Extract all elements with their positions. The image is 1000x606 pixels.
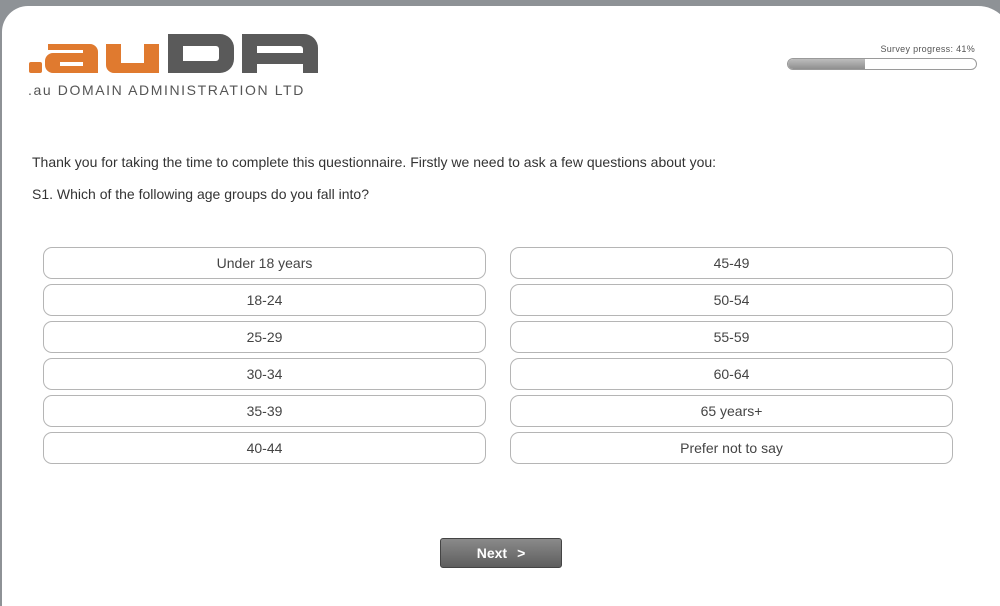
option-60-64[interactable]: 60-64	[510, 358, 953, 390]
option-40-44[interactable]: 40-44	[43, 432, 486, 464]
option-65-plus[interactable]: 65 years+	[510, 395, 953, 427]
option-30-34[interactable]: 30-34	[43, 358, 486, 390]
option-50-54[interactable]: 50-54	[510, 284, 953, 316]
age-group-options: Under 18 years 45-49 18-24 50-54 25-29 5…	[43, 247, 953, 464]
question-text: S1. Which of the following age groups do…	[32, 186, 369, 202]
auda-logo: .au DOMAIN ADMINISTRATION LTD	[28, 34, 328, 104]
progress-label: Survey progress: 41%	[880, 44, 975, 54]
progress-fill	[788, 59, 866, 69]
intro-text: Thank you for taking the time to complet…	[32, 154, 717, 170]
company-name: .au DOMAIN ADMINISTRATION LTD	[28, 82, 305, 98]
option-under-18[interactable]: Under 18 years	[43, 247, 486, 279]
progress-bar	[787, 58, 977, 70]
survey-progress: Survey progress: 41%	[787, 44, 977, 70]
option-25-29[interactable]: 25-29	[43, 321, 486, 353]
option-35-39[interactable]: 35-39	[43, 395, 486, 427]
auda-logo-mark	[29, 34, 318, 73]
chevron-right-icon: >	[517, 545, 526, 561]
option-45-49[interactable]: 45-49	[510, 247, 953, 279]
option-18-24[interactable]: 18-24	[43, 284, 486, 316]
option-55-59[interactable]: 55-59	[510, 321, 953, 353]
next-button-label: Next	[476, 545, 508, 561]
option-prefer-not-to-say[interactable]: Prefer not to say	[510, 432, 953, 464]
next-button[interactable]: Next >	[440, 538, 562, 568]
